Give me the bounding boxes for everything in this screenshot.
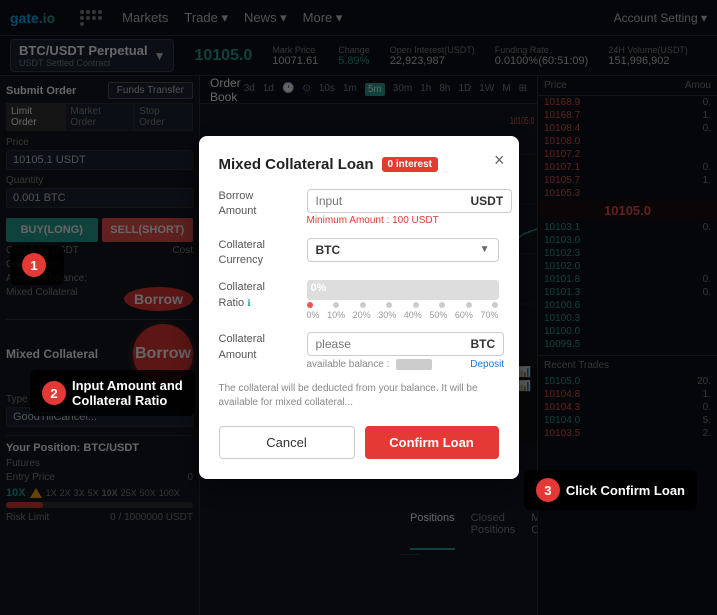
collateral-currency-label: CollateralCurrency	[219, 238, 299, 269]
ratio-dot-6	[466, 302, 472, 308]
min-amount-text: Minimum Amount : 100 USDT	[307, 215, 513, 226]
deposit-link[interactable]: Deposit	[470, 359, 504, 370]
collateral-amount-input[interactable]	[316, 337, 471, 351]
borrow-amount-input[interactable]	[316, 194, 471, 208]
ratio-tick-dots	[307, 302, 499, 308]
ratio-dot-5	[439, 302, 445, 308]
collateral-amount-row: CollateralAmount BTC available balance :…	[219, 332, 499, 370]
modal-overlay[interactable]: Mixed Collateral Loan 0 interest × Borro…	[0, 0, 717, 615]
ratio-dot-3	[386, 302, 392, 308]
available-value-masked: ——	[396, 359, 432, 370]
ratio-bar[interactable]: 0%	[307, 280, 499, 300]
ratio-dot-7	[492, 302, 498, 308]
currency-select[interactable]: BTC ▼	[307, 238, 499, 262]
borrow-amount-row: BorrowAmount USDT Minimum Amount : 100 U…	[219, 189, 499, 226]
collateral-ratio-row: CollateralRatio ℹ 0% 0%	[219, 280, 499, 320]
collateral-currency-content: BTC ▼	[307, 238, 499, 262]
modal-actions: Cancel Confirm Loan	[219, 426, 499, 459]
ratio-dot-1	[333, 302, 339, 308]
ratio-dot-0	[307, 302, 313, 308]
modal-title-text: Mixed Collateral Loan	[219, 156, 374, 173]
ratio-dot-4	[413, 302, 419, 308]
collateral-amount-content: BTC available balance : —— Deposit	[307, 332, 505, 370]
borrow-amount-input-wrap: USDT	[307, 189, 513, 213]
collateral-ratio-label: CollateralRatio ℹ	[219, 280, 299, 311]
currency-dropdown-icon: ▼	[480, 244, 490, 255]
borrow-amount-content: USDT Minimum Amount : 100 USDT	[307, 189, 513, 226]
modal-title-row: Mixed Collateral Loan 0 interest	[219, 156, 499, 173]
currency-select-value: BTC	[316, 243, 341, 257]
mixed-collateral-modal: Mixed Collateral Loan 0 interest × Borro…	[199, 136, 519, 480]
available-label: available balance : ——	[307, 359, 433, 370]
available-balance-row: available balance : —— Deposit	[307, 359, 505, 370]
collateral-ratio-content: 0% 0% 10% 20% 30% 40%	[307, 280, 499, 320]
collateral-amount-label: CollateralAmount	[219, 332, 299, 363]
collateral-amount-suffix: BTC	[471, 337, 496, 351]
interest-badge: 0 interest	[382, 157, 438, 172]
borrow-amount-label: BorrowAmount	[219, 189, 299, 220]
cancel-button[interactable]: Cancel	[219, 426, 355, 459]
borrow-suffix: USDT	[471, 194, 504, 208]
ratio-ticks: 0% 10% 20% 30% 40% 50% 60% 70%	[307, 310, 499, 320]
notice-text: The collateral will be deducted from you…	[219, 382, 499, 410]
modal-close-button[interactable]: ×	[494, 150, 505, 171]
ratio-percent-label: 0%	[311, 282, 327, 294]
collateral-amount-input-wrap: BTC	[307, 332, 505, 356]
confirm-loan-button[interactable]: Confirm Loan	[365, 426, 499, 459]
ratio-dot-2	[360, 302, 366, 308]
collateral-currency-row: CollateralCurrency BTC ▼	[219, 238, 499, 269]
